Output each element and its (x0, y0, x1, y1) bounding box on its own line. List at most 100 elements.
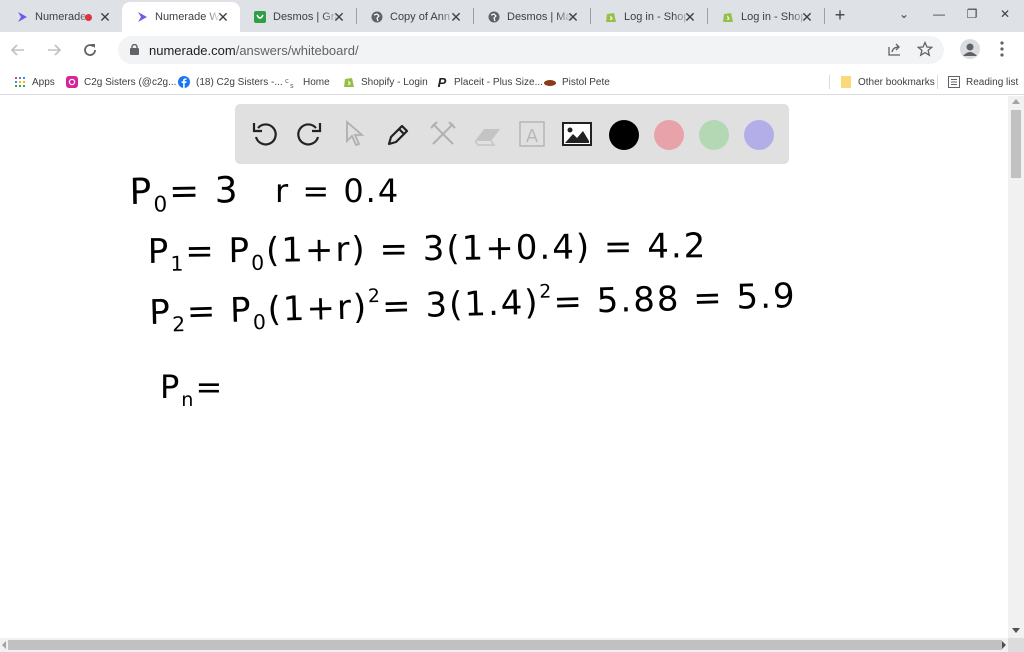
close-tab-icon[interactable]: ✕ (449, 10, 463, 24)
image-icon (562, 122, 592, 146)
image-tool-button[interactable] (561, 118, 593, 150)
color-swatch-purple[interactable] (744, 120, 774, 150)
bookmark-placeit[interactable]: P Placeit - Plus Size... (436, 74, 543, 90)
other-bookmarks-button[interactable]: Other bookmarks (840, 74, 935, 90)
tab-shopify-login-2[interactable]: Log in - Shopify ✕ (708, 2, 824, 32)
bookmark-shopify-login[interactable]: Shopify - Login (343, 74, 428, 90)
tab-title: Desmos | Matrix (507, 11, 573, 23)
address-bar[interactable]: numerade.com/answers/whiteboard/ (118, 36, 944, 64)
close-window-button[interactable]: ✕ (990, 4, 1020, 24)
share-icon (888, 43, 900, 56)
numerade-logo-icon (16, 11, 28, 23)
undo-icon (252, 123, 277, 146)
tab-copy-of-ann[interactable]: Copy of Ann X ✕ (357, 2, 473, 32)
bookmark-apps[interactable]: Apps (14, 74, 55, 90)
vertical-scroll-thumb[interactable] (1011, 110, 1021, 178)
scrollbar-corner (1008, 638, 1024, 652)
share-button[interactable] (886, 41, 904, 59)
profile-avatar-button[interactable] (960, 39, 980, 59)
tab-numerade[interactable]: Numerade ✕ (2, 2, 122, 32)
arrow-right-icon (48, 44, 62, 56)
recording-indicator-icon (85, 14, 92, 21)
tab-strip: Numerade ✕ Numerade Whiteboard ✕ Desmos … (0, 0, 1024, 32)
undo-button[interactable] (249, 118, 281, 150)
scroll-down-arrow-icon[interactable] (1012, 628, 1020, 633)
eraser-tool-button[interactable] (471, 118, 503, 150)
redo-icon (297, 123, 322, 146)
whiteboard-page: P0= 3 r = 0.4 P1= P0(1+r) = 3(1+0.4) = 4… (0, 96, 1008, 638)
back-button[interactable] (6, 38, 30, 62)
tab-title: Numerade Whiteboard (155, 11, 221, 23)
tab-desmos-matrix[interactable]: Desmos | Matrix ✕ (474, 2, 590, 32)
handwritten-p0-equals-3: P0= 3 (129, 170, 240, 218)
bookmark-label: Apps (32, 76, 55, 88)
scroll-up-arrow-icon[interactable] (1012, 99, 1020, 104)
menu-kebab-icon[interactable] (1000, 40, 1004, 58)
select-tool-button[interactable] (338, 118, 370, 150)
new-tab-button[interactable]: + (831, 6, 849, 24)
folder-icon (840, 76, 852, 88)
shopify-icon (343, 76, 355, 88)
svg-text:s: s (290, 82, 294, 88)
close-tab-icon[interactable]: ✕ (683, 10, 697, 24)
color-swatch-pink[interactable] (654, 120, 684, 150)
close-tab-icon[interactable]: ✕ (800, 10, 814, 24)
horizontal-scroll-thumb[interactable] (8, 640, 1002, 650)
bookmark-separator (937, 75, 938, 89)
tab-search-dropdown-button[interactable]: ⌄ (889, 4, 919, 24)
bookmark-c2g-instagram[interactable]: C2g Sisters (@c2g... (66, 74, 176, 90)
handwritten-p2-equation: P2= P0(1+r)2= 3(1.4)2= 5.88 = 5.9 (148, 276, 798, 337)
reading-list-icon (948, 76, 960, 88)
home-link-icon: cs (285, 76, 297, 88)
bookmark-label: Home (303, 76, 330, 88)
lock-icon[interactable] (130, 44, 139, 55)
text-box-icon: A (519, 121, 545, 147)
whiteboard-toolbar: A (235, 104, 789, 164)
facebook-icon (178, 76, 190, 88)
text-tool-button[interactable]: A (516, 118, 548, 150)
restore-button[interactable]: ❐ (957, 4, 987, 24)
horizontal-scrollbar[interactable] (0, 638, 1008, 652)
scroll-right-arrow-icon[interactable] (1002, 641, 1006, 649)
close-tab-icon[interactable]: ✕ (216, 10, 230, 24)
url-text[interactable]: numerade.com/answers/whiteboard/ (149, 43, 359, 58)
tab-numerade-whiteboard[interactable]: Numerade Whiteboard ✕ (122, 2, 240, 32)
bookmark-star-button[interactable] (916, 40, 934, 59)
url-path: /answers/whiteboard/ (235, 43, 359, 58)
tab-shopify-login-1[interactable]: Log in - Shopify ✕ (591, 2, 707, 32)
pistol-pete-icon (544, 76, 556, 88)
color-swatch-green[interactable] (699, 120, 729, 150)
color-swatch-black[interactable] (609, 120, 639, 150)
bookmark-label: Pistol Pete (562, 76, 610, 88)
bookmark-home[interactable]: cs Home (285, 74, 330, 90)
bookmark-label: (18) C2g Sisters -... (196, 76, 283, 88)
shopify-logo-icon (722, 11, 734, 23)
shapes-tool-button[interactable] (427, 118, 459, 150)
desmos-logo-icon (254, 11, 266, 23)
reload-icon (84, 44, 96, 56)
close-tab-icon[interactable]: ✕ (332, 10, 346, 24)
handwritten-pn-equals: Pn= (160, 368, 225, 411)
reload-button[interactable] (78, 38, 102, 62)
scroll-left-arrow-icon[interactable] (2, 641, 6, 649)
bookmark-separator (829, 75, 830, 89)
close-tab-icon[interactable]: ✕ (566, 10, 580, 24)
bookmark-pistol-pete[interactable]: Pistol Pete (544, 74, 610, 90)
whiteboard-canvas[interactable]: P0= 3 r = 0.4 P1= P0(1+r) = 3(1+0.4) = 4… (0, 96, 1008, 638)
reading-list-button[interactable]: Reading list (948, 74, 1018, 90)
minimize-button[interactable]: — (924, 4, 954, 24)
vertical-scrollbar[interactable] (1008, 96, 1024, 638)
tab-title: Copy of Ann X (390, 11, 456, 23)
bookmark-c2g-facebook[interactable]: (18) C2g Sisters -... (178, 74, 283, 90)
tab-desmos-graphing[interactable]: Desmos | Graphing Calculator ✕ (240, 2, 356, 32)
forward-button[interactable] (42, 38, 66, 62)
pencil-icon (387, 124, 409, 146)
redo-button[interactable] (293, 118, 325, 150)
handwritten-r-equals-0-4: r = 0.4 (275, 172, 401, 210)
svg-text:A: A (526, 126, 539, 147)
reading-list-label: Reading list (966, 76, 1019, 88)
close-tab-icon[interactable]: ✕ (98, 10, 112, 24)
arrow-left-icon (10, 44, 24, 56)
pen-tool-button[interactable] (382, 118, 414, 150)
bookmark-label: C2g Sisters (@c2g... (84, 76, 177, 88)
